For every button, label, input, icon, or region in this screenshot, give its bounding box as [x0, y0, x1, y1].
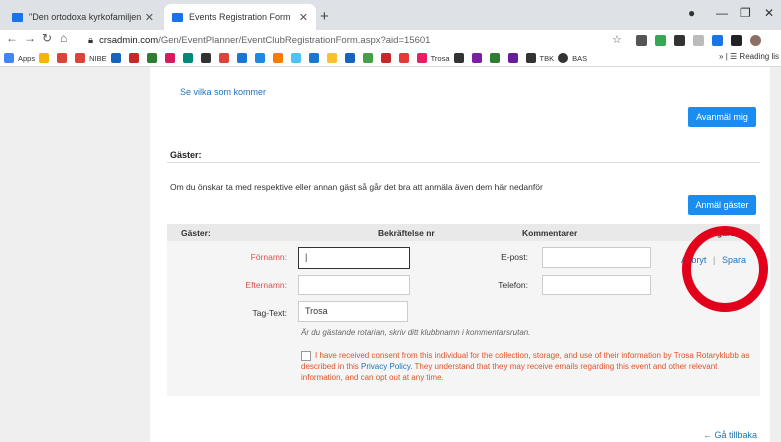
bookmark-nibe[interactable]: NIBE: [89, 54, 107, 63]
site-favicon-icon: [172, 12, 183, 22]
bookmark-apps[interactable]: Apps: [18, 54, 35, 63]
intro-text: Om du önskar ta med respektive eller ann…: [170, 182, 543, 192]
home-icon[interactable]: ⌂: [60, 31, 67, 45]
bookmark-icon[interactable]: [380, 53, 391, 63]
bookmark-icon[interactable]: [416, 53, 427, 63]
site-favicon-icon: [12, 12, 23, 22]
bookmark-icon[interactable]: [110, 53, 121, 63]
bookmark-icon[interactable]: [398, 53, 409, 63]
bookmark-trosa[interactable]: Trosa: [431, 54, 450, 63]
bookmark-icon[interactable]: [290, 53, 301, 63]
privacy-policy-link[interactable]: Privacy Policy: [361, 362, 410, 371]
bookmark-icon[interactable]: [525, 53, 536, 63]
back-icon[interactable]: ←: [6, 31, 18, 45]
guests-heading: Gäster:: [170, 150, 202, 160]
address-bar[interactable]: 🔒︎ crsadmin.com/Gen/EventPlanner/EventCl…: [88, 32, 678, 49]
minimize-icon[interactable]: —: [716, 6, 728, 20]
divider: [167, 162, 760, 163]
bookmark-icon[interactable]: [39, 53, 50, 63]
bookmarks-bar: Apps NIBE Trosa TBK BAS: [0, 50, 781, 67]
right-margin: [770, 67, 781, 442]
extension-icon[interactable]: [712, 35, 723, 46]
col-guests: Gäster:: [181, 228, 211, 238]
highlight-circle: [682, 226, 768, 312]
bookmark-bas[interactable]: BAS: [572, 54, 587, 63]
tab-inactive[interactable]: "Den ortodoxa kyrkofamiljen" | T ✕: [4, 4, 162, 30]
puzzle-icon[interactable]: [731, 35, 742, 46]
last-name-label: Efternamn:: [245, 280, 287, 290]
bookmark-icon[interactable]: [200, 53, 211, 63]
url-path: /Gen/EventPlanner/EventClubRegistrationF…: [158, 35, 431, 46]
profile-icon[interactable]: ●: [688, 6, 695, 20]
reading-list-icon: » | ☰: [719, 52, 740, 61]
bookmark-icon[interactable]: [146, 53, 157, 63]
bookmark-icon[interactable]: [75, 53, 86, 63]
lock-icon: 🔒︎: [88, 35, 94, 46]
bookmark-icon[interactable]: [362, 53, 373, 63]
email-input[interactable]: [542, 247, 651, 268]
tab-title: "Den ortodoxa kyrkofamiljen" | T: [29, 12, 141, 22]
bookmark-icon[interactable]: [272, 53, 283, 63]
bookmark-icon[interactable]: [558, 53, 569, 63]
bookmark-icon[interactable]: [453, 53, 464, 63]
url-domain: crsadmin.com: [99, 35, 159, 46]
rotarian-note: Är du gästande rotarian, skriv ditt klub…: [301, 328, 531, 337]
bookmark-icon[interactable]: [182, 53, 193, 63]
bookmark-icon[interactable]: [326, 53, 337, 63]
consent-text: I have received consent from this indivi…: [301, 350, 756, 383]
extension-icon[interactable]: [655, 35, 666, 46]
see-attendees-link[interactable]: Se vilka som kommer: [180, 87, 266, 97]
bookmark-icon[interactable]: [128, 53, 139, 63]
extension-icon[interactable]: [636, 35, 647, 46]
maximize-icon[interactable]: ❐: [740, 6, 751, 20]
tab-title: Events Registration Form: [189, 12, 291, 22]
bookmark-icon[interactable]: [308, 53, 319, 63]
bookmark-icon[interactable]: [164, 53, 175, 63]
unregister-button[interactable]: Avanmäl mig: [688, 107, 756, 127]
close-window-icon[interactable]: ✕: [764, 6, 774, 20]
register-guests-button[interactable]: Anmäl gäster: [688, 195, 756, 215]
tab-active[interactable]: Events Registration Form ✕: [164, 4, 316, 30]
first-name-label: Förnamn:: [250, 252, 287, 262]
bookmark-icon[interactable]: [254, 53, 265, 63]
apps-icon[interactable]: [4, 53, 14, 63]
bookmark-icon[interactable]: [57, 53, 68, 63]
bookmark-tbk[interactable]: TBK: [540, 54, 555, 63]
bookmark-icon[interactable]: [471, 53, 482, 63]
close-tab-icon[interactable]: ✕: [299, 11, 308, 24]
new-tab-button[interactable]: +: [320, 8, 329, 25]
back-link[interactable]: ← Gå tillbaka: [703, 430, 757, 440]
reload-icon[interactable]: ↻: [42, 31, 52, 45]
tag-text-input[interactable]: Trosa: [298, 301, 408, 322]
bookmark-icon[interactable]: [218, 53, 229, 63]
forward-icon[interactable]: →: [24, 31, 36, 45]
bookmark-icon[interactable]: [236, 53, 247, 63]
bookmark-icon[interactable]: [489, 53, 500, 63]
reading-list-label: Reading lis: [739, 52, 779, 61]
avatar[interactable]: [750, 35, 761, 46]
col-confirmation: Bekräftelse nr: [378, 228, 435, 238]
extension-icon[interactable]: [693, 35, 704, 46]
email-label: E-post:: [501, 252, 528, 262]
tag-text-label: Tag-Text:: [252, 308, 288, 318]
guests-table-header: Gäster: Bekräftelse nr Kommentarer Åtgär…: [167, 224, 760, 241]
star-icon[interactable]: ☆: [612, 33, 622, 46]
extension-icon[interactable]: [674, 35, 685, 46]
phone-input[interactable]: [542, 275, 651, 295]
bookmark-icon[interactable]: [507, 53, 518, 63]
phone-label: Telefon:: [498, 280, 528, 290]
last-name-input[interactable]: [298, 275, 410, 295]
bookmark-icon[interactable]: [344, 53, 355, 63]
first-name-input[interactable]: |: [298, 247, 410, 269]
left-margin: [0, 67, 150, 442]
col-comments: Kommentarer: [522, 228, 578, 238]
reading-list[interactable]: » | ☰ Reading lis: [719, 52, 779, 61]
close-tab-icon[interactable]: ✕: [145, 11, 154, 24]
